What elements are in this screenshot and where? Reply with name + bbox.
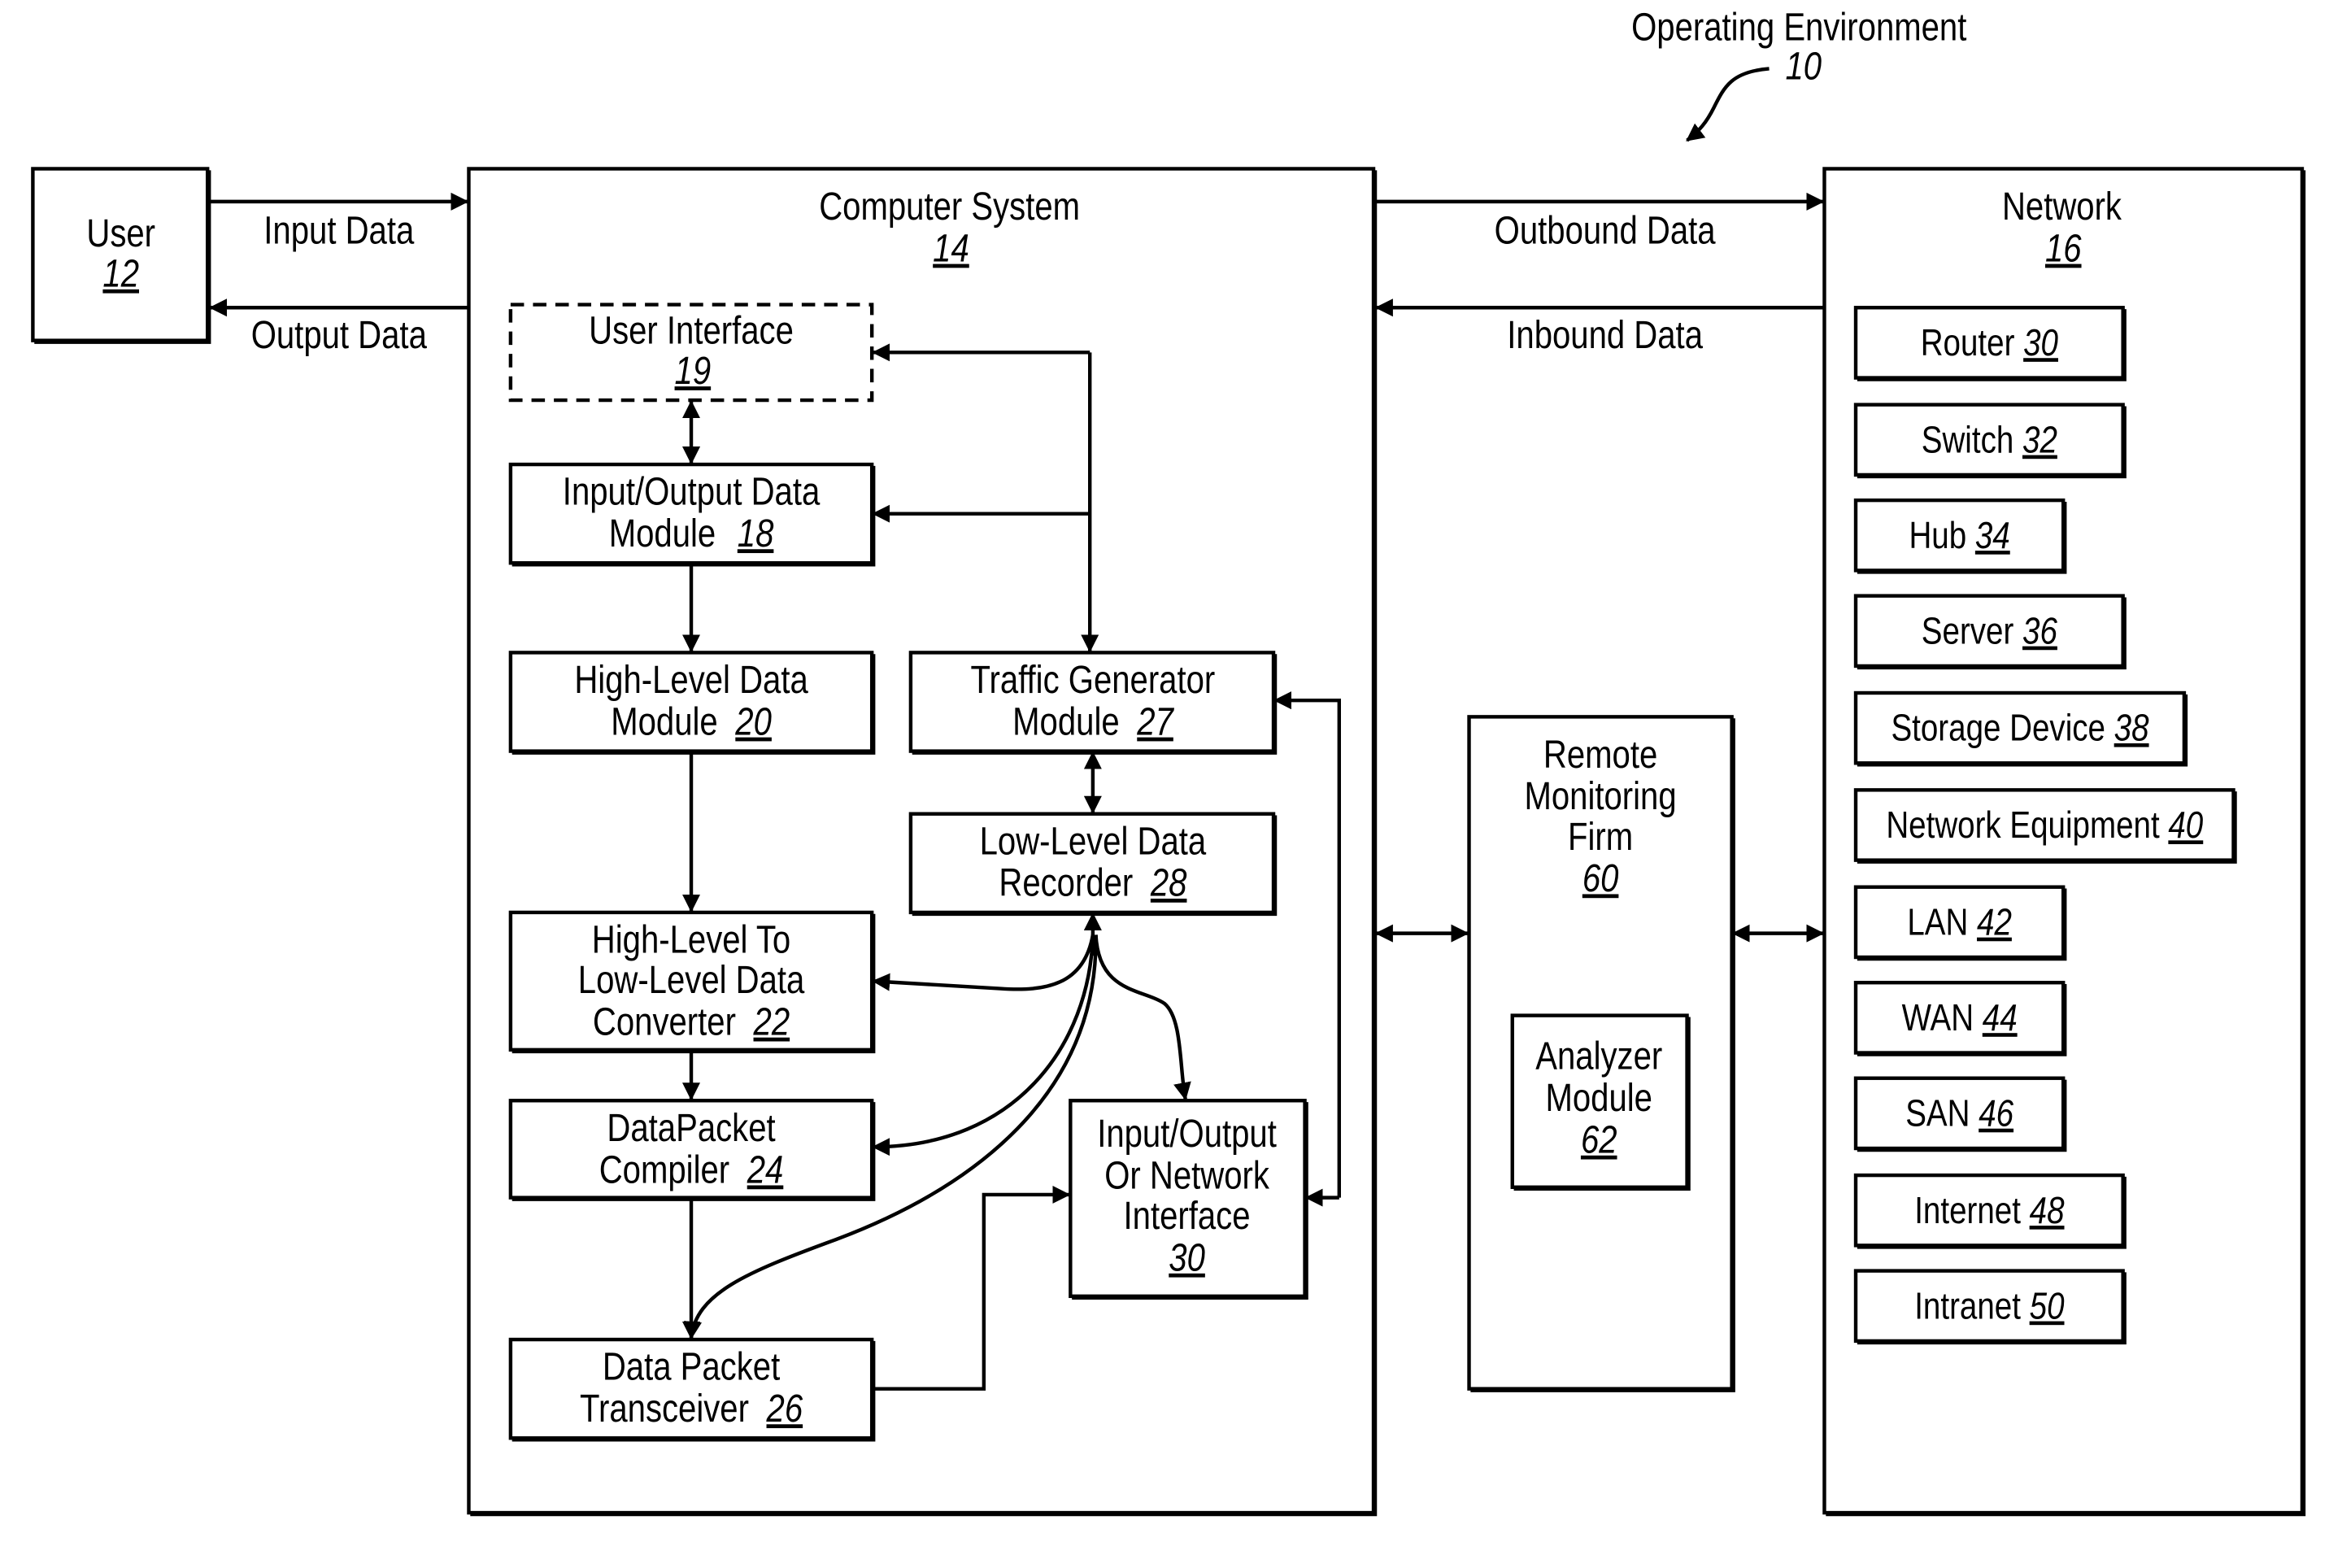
- computer-system-label: Computer System: [819, 185, 1080, 229]
- user-label: User: [86, 212, 155, 255]
- recorder-line2: Recorder 28: [999, 861, 1187, 904]
- analyzer-line1: Analyzer: [1535, 1034, 1662, 1078]
- traffic-generator-module[interactable]: Traffic Generator Module 27: [908, 651, 1278, 755]
- network-item-label: LAN 42: [1907, 901, 2012, 943]
- high-level-data-module[interactable]: High-Level Data Module 20: [508, 651, 876, 755]
- high-level-data-line1: High-Level Data: [574, 659, 808, 702]
- user-interface-module[interactable]: User Interface 19: [508, 303, 874, 403]
- converter-module[interactable]: High-Level To Low-Level Data Converter 22: [508, 910, 876, 1054]
- inbound-data-label: Inbound Data: [1507, 314, 1703, 357]
- network-item-internet[interactable]: Internet 48: [1853, 1173, 2127, 1249]
- user-ref: 12: [102, 252, 139, 295]
- input-data-label: Input Data: [263, 209, 414, 252]
- transceiver-line2: Transceiver 26: [580, 1387, 803, 1431]
- network-item-san[interactable]: SAN 46: [1853, 1076, 2067, 1152]
- network-item-label: Intranet 50: [1914, 1285, 2065, 1326]
- recorder-module[interactable]: Low-Level Data Recorder 28: [908, 812, 1278, 917]
- network-interface-line1: Input/Output: [1097, 1113, 1277, 1156]
- network-item-label: SAN 46: [1905, 1092, 2013, 1134]
- outbound-data-label: Outbound Data: [1495, 209, 1716, 252]
- remote-monitoring-line2: Monitoring: [1524, 775, 1676, 818]
- network-item-label: Network Equipment 40: [1886, 804, 2203, 846]
- figure-reference: 10: [1786, 45, 1822, 88]
- converter-line2: Low-Level Data: [578, 959, 805, 1002]
- network-item-label: Internet 48: [1914, 1190, 2065, 1231]
- figure-title-text: Operating Environment: [1631, 6, 1966, 49]
- io-data-module[interactable]: Input/Output Data Module 18: [508, 462, 876, 567]
- computer-system-ref: 14: [933, 227, 969, 270]
- network-item-label: WAN 44: [1902, 997, 2018, 1039]
- analyzer-ref: 62: [1581, 1118, 1617, 1161]
- network-item-label: Server 36: [1922, 610, 2057, 651]
- converter-line1: High-Level To: [592, 918, 790, 961]
- remote-monitoring-ref: 60: [1582, 857, 1619, 900]
- user-interface-ref: 19: [675, 350, 712, 393]
- network-interface-module[interactable]: Input/Output Or Network Interface 30: [1069, 1099, 1308, 1300]
- user-interface-label: User Interface: [589, 309, 794, 352]
- analyzer-module[interactable]: Analyzer Module 62: [1510, 1013, 1691, 1191]
- transceiver-line1: Data Packet: [603, 1345, 780, 1388]
- network-ref: 16: [2045, 227, 2082, 270]
- network-item-lan[interactable]: LAN 42: [1853, 885, 2067, 961]
- remote-monitoring-line3: Firm: [1568, 816, 1633, 859]
- network-interface-line2: Or Network: [1104, 1154, 1270, 1197]
- compiler-line1: DataPacket: [607, 1107, 775, 1150]
- network-item-storage-device[interactable]: Storage Device 38: [1853, 690, 2188, 767]
- network-item-hub[interactable]: Hub 34: [1853, 498, 2067, 574]
- io-data-module-line2: Module 18: [609, 512, 774, 555]
- compiler-module[interactable]: DataPacket Compiler 24: [508, 1099, 876, 1201]
- figure-title: Operating Environment 10: [1631, 6, 1966, 142]
- network-item-label: Hub 34: [1909, 515, 2009, 556]
- operating-environment-diagram: Operating Environment 10 User 12 Input D…: [31, 6, 2306, 1517]
- high-level-data-line2: Module 20: [611, 700, 772, 743]
- traffic-generator-line2: Module 27: [1012, 700, 1174, 743]
- network-label: Network: [2002, 185, 2122, 229]
- remote-monitoring-line1: Remote: [1543, 734, 1657, 777]
- analyzer-line2: Module: [1545, 1077, 1652, 1120]
- output-data-label: Output Data: [251, 314, 428, 357]
- converter-line3: Converter 22: [593, 1000, 790, 1043]
- io-data-module-line1: Input/Output Data: [563, 470, 821, 513]
- compiler-line2: Compiler 24: [599, 1148, 784, 1191]
- network-item-label: Router 30: [1921, 322, 2059, 364]
- network-item-router[interactable]: Router 30: [1853, 306, 2127, 381]
- traffic-generator-line1: Traffic Generator: [970, 659, 1215, 702]
- network-interface-line3: Interface: [1124, 1195, 1251, 1238]
- network-item-label: Switch 32: [1922, 419, 2057, 460]
- network-interface-ref: 30: [1169, 1236, 1205, 1279]
- recorder-line1: Low-Level Data: [980, 820, 1207, 863]
- network-item-intranet[interactable]: Intranet 50: [1853, 1269, 2127, 1345]
- network-item-server[interactable]: Server 36: [1853, 594, 2127, 670]
- network-item-network-equipment[interactable]: Network Equipment 40: [1853, 788, 2237, 864]
- user-block[interactable]: User 12: [31, 167, 211, 344]
- transceiver-module[interactable]: Data Packet Transceiver 26: [508, 1337, 876, 1442]
- network-item-label: Storage Device 38: [1891, 708, 2148, 749]
- leader-arrow-icon: [1686, 67, 1770, 142]
- network-item-wan[interactable]: WAN 44: [1853, 981, 2067, 1056]
- network-item-switch[interactable]: Switch 32: [1853, 403, 2127, 479]
